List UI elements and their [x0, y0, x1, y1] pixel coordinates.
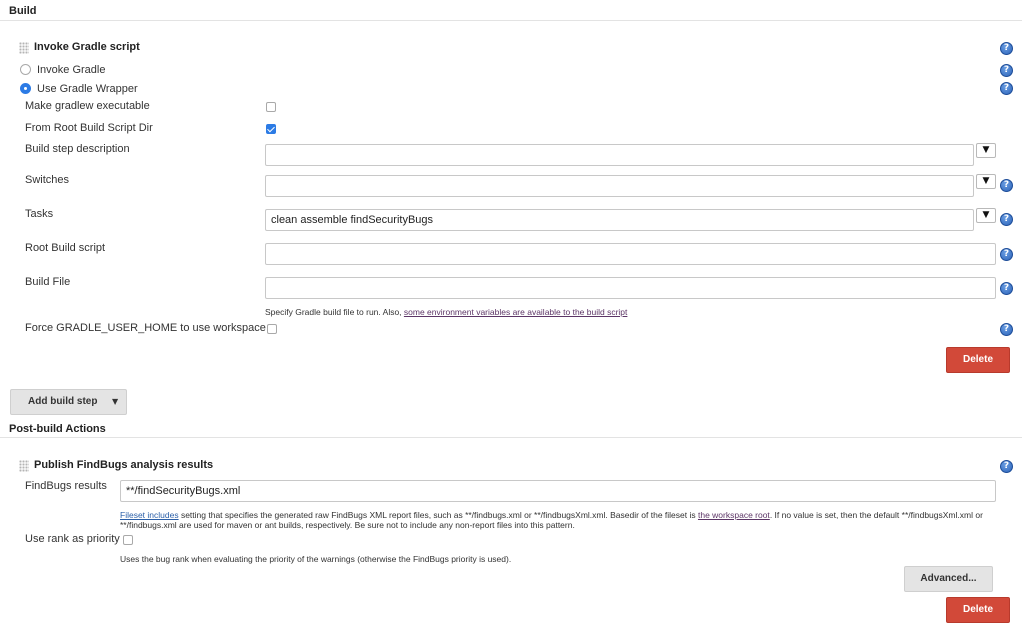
radio-invoke-gradle[interactable] — [20, 64, 31, 75]
findbugs-results-input[interactable]: **/findSecurityBugs.xml — [120, 480, 996, 502]
from-root-label: From Root Build Script Dir — [25, 122, 153, 134]
help-icon[interactable]: ? — [1000, 179, 1013, 192]
help-icon[interactable]: ? — [1000, 460, 1013, 473]
tasks-expand-button[interactable]: ▼ — [976, 208, 996, 223]
switches-expand-button[interactable]: ▼ — [976, 174, 996, 189]
help-icon[interactable]: ? — [1000, 282, 1013, 295]
help-icon[interactable]: ? — [1000, 42, 1013, 55]
radio-use-gradle-wrapper-label: Use Gradle Wrapper — [37, 83, 138, 95]
findbugs-results-label: FindBugs results — [25, 480, 107, 492]
radio-invoke-gradle-label: Invoke Gradle — [37, 64, 106, 76]
add-build-step-button[interactable]: Add build step ▼ — [10, 389, 127, 415]
use-rank-label: Use rank as priority — [25, 533, 120, 545]
step-description-input[interactable] — [265, 144, 974, 166]
tasks-label: Tasks — [25, 208, 54, 220]
findbugs-results-help-text: Fileset includes setting that specifies … — [120, 510, 996, 530]
make-executable-label: Make gradlew executable — [25, 100, 150, 112]
environment-variables-link[interactable]: some environment variables are available… — [404, 307, 627, 317]
fileset-includes-link[interactable]: Fileset includes — [120, 510, 179, 520]
root-build-script-label: Root Build script — [25, 242, 106, 254]
build-file-help-prefix: Specify Gradle build file to run. Also, — [265, 307, 404, 317]
switches-input[interactable] — [265, 175, 974, 197]
use-rank-checkbox[interactable] — [123, 535, 133, 545]
root-build-script-input[interactable] — [265, 243, 996, 265]
build-file-help-text: Specify Gradle build file to run. Also, … — [265, 307, 627, 317]
from-root-checkbox[interactable] — [266, 124, 276, 134]
post-build-section-title: Post-build Actions — [9, 423, 106, 435]
build-section-title: Build — [9, 5, 37, 17]
force-home-label: Force GRADLE_USER_HOME to use workspace — [25, 322, 266, 334]
step-description-label: Build step description — [25, 143, 130, 155]
tasks-input[interactable]: clean assemble findSecurityBugs — [265, 209, 974, 231]
radio-use-gradle-wrapper[interactable] — [20, 83, 31, 94]
use-rank-help-text: Uses the bug rank when evaluating the pr… — [120, 554, 512, 564]
build-file-input[interactable] — [265, 277, 996, 299]
help-icon[interactable]: ? — [1000, 64, 1013, 77]
help-icon[interactable]: ? — [1000, 248, 1013, 261]
drag-handle-icon[interactable] — [19, 42, 29, 54]
drag-handle-icon[interactable] — [19, 460, 29, 472]
delete-findbugs-step-button[interactable]: Delete — [946, 597, 1010, 623]
build-section-divider — [0, 20, 1022, 21]
gradle-step-title: Invoke Gradle script — [34, 41, 140, 53]
help-icon[interactable]: ? — [1000, 213, 1013, 226]
switches-label: Switches — [25, 174, 70, 186]
delete-gradle-step-button[interactable]: Delete — [946, 347, 1010, 373]
step-description-expand-button[interactable]: ▼ — [976, 143, 996, 158]
add-build-step-label: Add build step — [28, 396, 98, 407]
force-home-checkbox[interactable] — [267, 324, 277, 334]
build-file-label: Build File — [25, 276, 71, 288]
fileset-desc-part1: setting that specifies the generated raw… — [178, 510, 698, 520]
make-executable-checkbox[interactable] — [266, 102, 276, 112]
findbugs-step-title: Publish FindBugs analysis results — [34, 459, 214, 471]
post-build-section-divider — [0, 437, 1022, 438]
workspace-root-link[interactable]: the workspace root — [698, 510, 770, 520]
help-icon[interactable]: ? — [1000, 82, 1013, 95]
chevron-down-icon: ▼ — [112, 397, 119, 406]
help-icon[interactable]: ? — [1000, 323, 1013, 336]
advanced-button[interactable]: Advanced... — [904, 566, 993, 592]
